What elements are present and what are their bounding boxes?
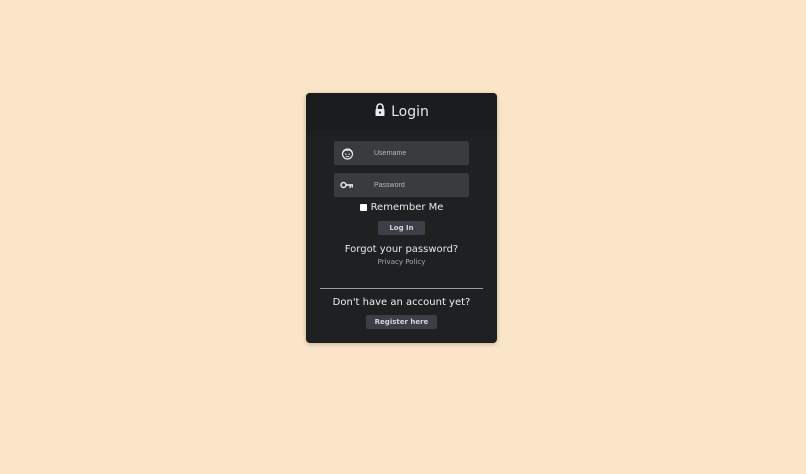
password-input[interactable]: [374, 181, 464, 189]
register-button[interactable]: Register here: [366, 315, 437, 329]
login-title: Login: [391, 104, 429, 120]
lock-icon: [374, 103, 386, 117]
username-field[interactable]: [334, 141, 469, 165]
password-field[interactable]: [334, 173, 469, 197]
remember-me: Remember Me: [306, 202, 497, 213]
remember-me-label: Remember Me: [370, 202, 444, 213]
username-input[interactable]: [374, 149, 464, 157]
key-icon: [334, 173, 360, 197]
divider: [320, 288, 483, 289]
remember-me-checkbox[interactable]: [359, 204, 367, 211]
user-face-icon: [334, 141, 360, 165]
login-button[interactable]: Log In: [378, 221, 425, 235]
login-card-header: Login: [306, 93, 497, 131]
privacy-policy-link[interactable]: Privacy Policy: [306, 258, 497, 266]
no-account-prompt: Don't have an account yet?: [332, 297, 471, 308]
login-card: Login Remember Me Log In: [306, 93, 497, 343]
forgot-password-link[interactable]: Forgot your password?: [306, 244, 497, 255]
